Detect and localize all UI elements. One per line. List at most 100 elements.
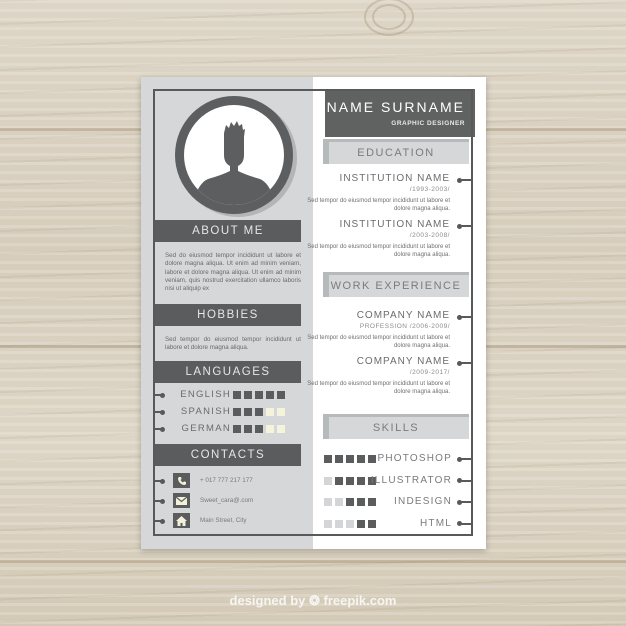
connector-dot [457, 360, 462, 366]
skills-header: SKILLS [323, 414, 469, 439]
skill-name: HTML [419, 517, 452, 529]
entry-date: /1993-2003/ [409, 186, 450, 193]
person-silhouette-icon [192, 121, 276, 205]
job-title: GRAPHIC DESIGNER [391, 120, 465, 127]
level-square-filled [324, 455, 332, 463]
language-row: SPANISH [155, 405, 305, 419]
level-square-empty [335, 498, 343, 506]
level-square-filled [335, 476, 343, 485]
connector-dot [457, 314, 462, 320]
skill-name: INDESIGN [394, 496, 452, 507]
level-square-filled [346, 498, 354, 506]
level-square-filled [357, 455, 365, 463]
entry-item: COMPANY NAME/2009-2017/Sed tempor do eiu… [290, 356, 450, 396]
connector-dot [457, 177, 462, 183]
connector-dot [160, 409, 165, 415]
skill-row: HTML [324, 518, 474, 530]
contact-row: + 017 777 217 177 [155, 473, 305, 488]
level-square-filled [233, 408, 241, 416]
entry-date: /2003-2008/ [409, 232, 450, 239]
language-row: ENGLISH [155, 388, 305, 402]
level-square-filled [233, 391, 241, 399]
wood-knot [364, 0, 414, 36]
skill-name: PHOTOSHOP [377, 453, 452, 464]
level-square-filled [335, 455, 343, 463]
level-square-filled [244, 425, 252, 433]
level-square-filled [277, 391, 285, 399]
level-square-empty [277, 425, 285, 433]
level-square-filled [244, 391, 252, 399]
entry-description: Sed tempor do eiusmod tempor incididunt … [307, 244, 450, 258]
skill-row: ILLUSTRATOR [324, 475, 474, 487]
connector-dot [160, 426, 165, 432]
entry-item: INSTITUTION NAME/1993-2003/Sed tempor do… [290, 173, 450, 213]
entry-date: PROFESSION /2006-2009/ [359, 323, 450, 330]
skill-level [324, 498, 376, 506]
language-name: ENGLISH [180, 389, 231, 400]
level-square-filled [266, 391, 274, 399]
avatar [175, 96, 293, 214]
contact-row: Sweet_cara@.com [155, 493, 305, 508]
level-square-filled [368, 498, 376, 506]
connector-dot [457, 456, 462, 462]
language-level [233, 425, 285, 433]
connector-dot [160, 478, 165, 484]
entry-item: COMPANY NAME PROFESSION /2006-2009/Sed te… [290, 310, 450, 350]
level-square-empty [324, 498, 332, 506]
connector-dot [160, 498, 165, 504]
connector-dot [457, 223, 462, 229]
contact-row: Main Street, City [155, 513, 305, 528]
entry-description: Sed tempor do eiusmod tempor incididunt … [307, 198, 450, 212]
contact-text[interactable]: Main Street, City [200, 513, 247, 528]
level-square-filled [255, 391, 263, 399]
level-square-filled [357, 498, 365, 506]
language-level [233, 408, 285, 416]
level-square-filled [233, 425, 241, 433]
skill-row: PHOTOSHOP [324, 453, 474, 465]
languages-header: LANGUAGES [155, 361, 301, 383]
level-square-filled [255, 408, 263, 416]
home-icon [173, 513, 190, 528]
level-square-empty [266, 425, 274, 433]
full-name: NAME SURNAME [326, 99, 465, 115]
about-me-header: ABOUT ME [155, 220, 301, 242]
level-square-filled [255, 425, 263, 433]
education-header: EDUCATION [323, 139, 469, 164]
language-level [233, 391, 285, 399]
contact-text[interactable]: Sweet_cara@.com [200, 493, 253, 508]
level-square-filled [357, 476, 365, 485]
level-square-empty [335, 519, 343, 528]
entry-title: COMPANY NAME [356, 356, 450, 367]
skill-row: INDESIGN [324, 496, 474, 508]
contact-text[interactable]: + 017 777 217 177 [200, 473, 253, 488]
connector-dot [457, 521, 462, 526]
entry-title: INSTITUTION NAME [339, 219, 450, 230]
language-name: SPANISH [180, 406, 231, 417]
level-square-filled [244, 408, 252, 416]
hobbies-header: HOBBIES [155, 304, 301, 326]
level-square-filled [346, 476, 354, 485]
level-square-empty [266, 408, 274, 416]
language-row: GERMAN [155, 422, 305, 436]
level-square-filled [346, 455, 354, 463]
level-square-empty [277, 408, 285, 416]
work-experience-header: WORK EXPERIENCE [323, 272, 469, 297]
level-square-empty [324, 519, 332, 528]
connector-dot [160, 518, 165, 524]
language-name: GERMAN [181, 423, 231, 434]
level-square-filled [357, 519, 365, 528]
level-square-empty [324, 476, 332, 485]
skill-level [324, 519, 376, 528]
connector-dot [457, 499, 462, 505]
skill-level [324, 455, 376, 463]
phone-icon [173, 473, 190, 488]
level-square-filled [368, 455, 376, 463]
entry-title: INSTITUTION NAME [339, 173, 450, 184]
entry-description: Sed tempor do eiusmod tempor incididunt … [307, 335, 450, 349]
entry-item: INSTITUTION NAME/2003-2008/Sed tempor do… [290, 219, 450, 259]
connector-dot [160, 392, 165, 398]
connector-dot [457, 478, 462, 483]
skill-level [324, 476, 376, 485]
entry-description: Sed tempor do eiusmod tempor incididunt … [307, 381, 450, 395]
mail-icon [173, 493, 190, 508]
